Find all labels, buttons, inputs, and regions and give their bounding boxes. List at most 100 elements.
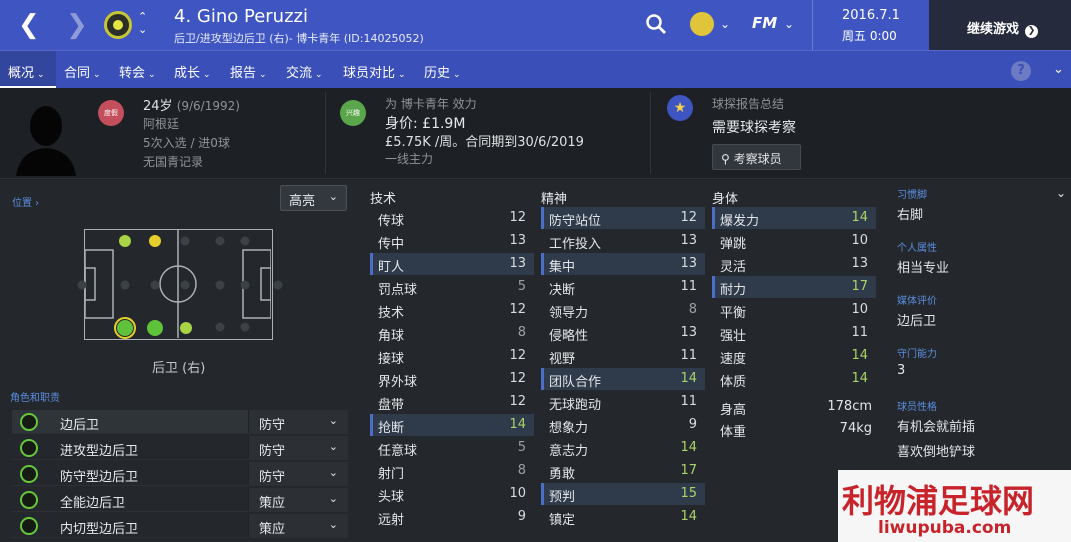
duty-dropdown[interactable]: 策应 ⌄ <box>248 514 348 537</box>
attribute-row[interactable]: 意志力 14 <box>541 437 705 459</box>
tab-history[interactable]: 历史 ⌄ <box>424 62 461 81</box>
attribute-row[interactable]: 抢断 14 <box>370 414 534 436</box>
attribute-row[interactable]: 头球 10 <box>370 483 534 505</box>
chevron-down-icon[interactable]: ⌄ <box>1056 186 1066 200</box>
height-value: 178cm <box>827 399 872 414</box>
search-icon: ⚲ <box>721 152 730 166</box>
tab-transfer[interactable]: 转会 ⌄ <box>119 62 156 81</box>
back-arrow-icon[interactable]: ❮ <box>18 10 40 40</box>
attribute-row[interactable]: 传中 13 <box>370 230 534 252</box>
attribute-row[interactable]: 射门 8 <box>370 460 534 482</box>
attribute-name: 角球 <box>378 329 405 344</box>
role-row[interactable]: 边后卫 防守 ⌄ <box>12 410 348 434</box>
chevron-down-icon[interactable]: ⌄ <box>1053 62 1064 77</box>
attribute-row[interactable]: 技术 12 <box>370 299 534 321</box>
attribute-name: 工作投入 <box>549 237 602 252</box>
help-icon[interactable]: ? <box>1011 61 1031 81</box>
tab-development[interactable]: 成长 ⌄ <box>174 62 211 81</box>
duty-dropdown[interactable]: 策应 ⌄ <box>248 488 348 511</box>
scout-player-button[interactable]: ⚲ 考察球员 <box>712 144 801 170</box>
chevron-down-icon[interactable]: ⌄ <box>784 17 794 31</box>
attribute-row[interactable]: 无球跑动 11 <box>541 391 705 413</box>
highlight-dropdown[interactable]: 高亮 ⌄ <box>280 185 347 211</box>
player-subtitle: 后卫/进攻型边后卫 (右)- 博卡青年 (ID:14025052) <box>174 32 424 45</box>
continue-button[interactable]: 继续游戏 ❯ <box>929 0 1071 50</box>
arrow-right-icon: ❯ <box>1025 25 1039 38</box>
attribute-value: 9 <box>517 509 526 524</box>
club-badge-icon[interactable] <box>104 11 132 39</box>
attribute-row[interactable]: 团队合作 14 <box>541 368 705 390</box>
duty-label: 防守 <box>259 418 286 433</box>
search-icon[interactable] <box>645 13 667 35</box>
chevron-down-icon[interactable]: ⌄ <box>720 17 730 31</box>
attribute-row[interactable]: 罚点球 5 <box>370 276 534 298</box>
role-row[interactable]: 全能边后卫 策应 ⌄ <box>12 488 348 512</box>
attribute-row[interactable]: 工作投入 13 <box>541 230 705 252</box>
weight-value: 74kg <box>839 421 872 436</box>
player-switch-icon[interactable]: ⌃ ⌄ <box>138 10 147 36</box>
attribute-row[interactable]: 防守站位 12 <box>541 207 705 229</box>
attribute-row[interactable]: 接球 12 <box>370 345 534 367</box>
attribute-row[interactable]: 任意球 5 <box>370 437 534 459</box>
attribute-row[interactable]: 体质 14 <box>712 368 876 390</box>
attribute-row[interactable]: 速度 14 <box>712 345 876 367</box>
attribute-row[interactable]: 界外球 12 <box>370 368 534 390</box>
attribute-row[interactable]: 集中 13 <box>541 253 705 275</box>
attribute-row[interactable]: 决断 11 <box>541 276 705 298</box>
attribute-row[interactable]: 领导力 8 <box>541 299 705 321</box>
fm-menu[interactable]: FM <box>752 14 777 32</box>
game-date: 2016.7.1 <box>842 8 900 23</box>
attribute-value: 8 <box>517 463 526 478</box>
attribute-row[interactable]: 弹跳 10 <box>712 230 876 252</box>
attribute-row[interactable]: 盘带 12 <box>370 391 534 413</box>
attribute-name: 灵活 <box>720 260 747 275</box>
tab-interaction[interactable]: 交流 ⌄ <box>286 62 323 81</box>
duty-dropdown[interactable]: 防守 ⌄ <box>248 462 348 485</box>
tab-contract[interactable]: 合同 ⌄ <box>64 62 101 81</box>
attribute-row[interactable]: 想象力 9 <box>541 414 705 436</box>
position-name: 后卫 (右) <box>152 361 206 376</box>
attribute-row[interactable]: 远射 9 <box>370 506 534 528</box>
attribute-value: 14 <box>680 509 697 524</box>
attribute-row[interactable]: 预判 15 <box>541 483 705 505</box>
attribute-value: 13 <box>509 256 526 271</box>
position-link[interactable]: 位置 › <box>12 194 39 209</box>
tab-overview[interactable]: 概况 ⌄ <box>0 51 56 89</box>
attribute-row[interactable]: 勇敢 17 <box>541 460 705 482</box>
attribute-row[interactable]: 传球 12 <box>370 207 534 229</box>
attribute-row[interactable]: 平衡 10 <box>712 299 876 321</box>
position-dots <box>77 235 283 339</box>
attribute-value: 12 <box>680 210 697 225</box>
role-name: 内切型边后卫 <box>60 522 139 537</box>
attribute-row[interactable]: 视野 11 <box>541 345 705 367</box>
role-name: 进攻型边后卫 <box>60 444 139 459</box>
attribute-value: 5 <box>517 440 526 455</box>
attribute-name: 耐力 <box>720 283 747 298</box>
attribute-name: 接球 <box>378 352 405 367</box>
forward-arrow-icon[interactable]: ❯ <box>66 10 88 40</box>
attribute-value: 9 <box>688 417 697 432</box>
attribute-value: 10 <box>509 486 526 501</box>
attribute-value: 10 <box>851 233 868 248</box>
duty-dropdown[interactable]: 防守 ⌄ <box>248 410 348 433</box>
tab-compare[interactable]: 球员对比 ⌄ <box>343 62 406 81</box>
duty-dropdown[interactable]: 防守 ⌄ <box>248 436 348 459</box>
attribute-row[interactable]: 角球 8 <box>370 322 534 344</box>
role-row[interactable]: 内切型边后卫 策应 ⌄ <box>12 514 348 538</box>
attribute-row[interactable]: 灵活 13 <box>712 253 876 275</box>
role-row[interactable]: 防守型边后卫 防守 ⌄ <box>12 462 348 486</box>
role-row[interactable]: 进攻型边后卫 防守 ⌄ <box>12 436 348 460</box>
attribute-row[interactable]: 耐力 17 <box>712 276 876 298</box>
attribute-row[interactable]: 爆发力 14 <box>712 207 876 229</box>
game-time: 周五 0:00 <box>842 29 897 43</box>
attribute-value: 13 <box>680 325 697 340</box>
attribute-row[interactable]: 镇定 14 <box>541 506 705 528</box>
attribute-value: 14 <box>851 348 868 363</box>
attribute-row[interactable]: 侵略性 13 <box>541 322 705 344</box>
attribute-value: 14 <box>680 440 697 455</box>
globe-icon[interactable] <box>690 12 714 36</box>
mental-header: 精神 <box>541 192 568 207</box>
attribute-row[interactable]: 强壮 11 <box>712 322 876 344</box>
tab-reports[interactable]: 报告 ⌄ <box>230 62 267 81</box>
attribute-row[interactable]: 盯人 13 <box>370 253 534 275</box>
